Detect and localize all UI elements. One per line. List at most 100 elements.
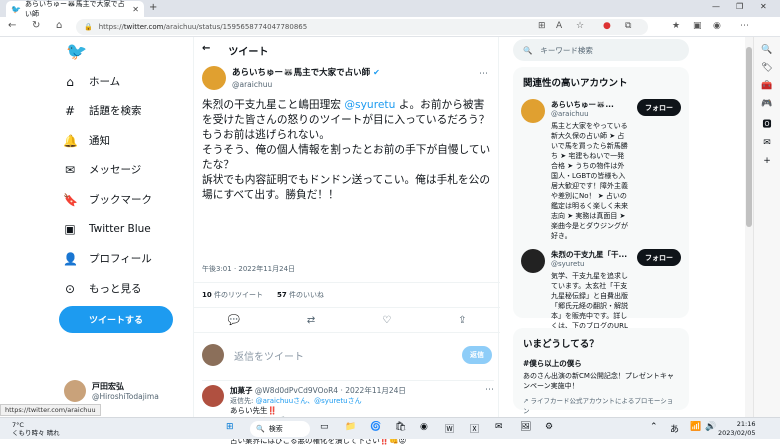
reply-button[interactable]: 返信: [462, 346, 492, 364]
back-arrow-icon[interactable]: ←: [202, 43, 210, 58]
promoted-icon: ↗: [523, 397, 529, 405]
add-icon[interactable]: +: [754, 156, 780, 166]
minimize-icon[interactable]: —: [712, 2, 720, 11]
reply-icon[interactable]: 💬: [227, 315, 239, 326]
person-icon: 👤: [63, 251, 78, 266]
mail-app-icon[interactable]: ✉: [495, 422, 503, 432]
avatar[interactable]: [521, 99, 545, 123]
reply-author-handle: @W8d0dPvCd9VOoR4 · 2022年11月24日: [254, 386, 406, 395]
collections-icon[interactable]: ▣: [693, 21, 702, 31]
home-icon[interactable]: ⌂: [56, 20, 62, 31]
back-icon[interactable]: ←: [8, 20, 16, 31]
tray-chevron-icon[interactable]: ⌃: [650, 422, 658, 432]
maximize-icon[interactable]: ❐: [736, 2, 743, 11]
nav-home[interactable]: ⌂ ホーム: [63, 74, 120, 89]
wifi-icon[interactable]: 📶: [690, 422, 701, 432]
like-icon[interactable]: ♡: [382, 315, 391, 326]
weather-widget[interactable]: 7°C くもり時々 晴れ: [12, 421, 60, 437]
trend-description: あのさん出演の新CM公開記念！プレゼントキャンペーン実施中！: [523, 372, 674, 390]
excel-icon[interactable]: 🅇: [470, 422, 479, 435]
status-url: https://twitter.com/araichuu: [0, 404, 101, 416]
related-account[interactable]: あらいちゅー🦝... @araichuu 馬主と大家をやっている新大久保の占い師…: [513, 95, 689, 245]
nav-messages[interactable]: ✉ メッセージ: [63, 162, 141, 177]
reply-more-icon[interactable]: ⋯: [485, 385, 494, 395]
main-column: ← ツイート あらいちゅー🦝馬主で大家で占い師 ✔ @araichuu ⋯ 朱烈…: [193, 37, 500, 445]
avatar: [202, 344, 224, 366]
mail-icon: ✉: [64, 162, 76, 177]
nav-more[interactable]: ⊙ もっと見る: [63, 281, 142, 296]
reply-input[interactable]: 返信をツイート: [234, 348, 304, 363]
file-explorer-icon[interactable]: 📁: [345, 422, 356, 432]
extension-icon[interactable]: ●: [603, 21, 611, 31]
windows-start-icon[interactable]: ⊞: [226, 422, 234, 432]
account-switcher[interactable]: 戸田宏弘 @HiroshiTodajima: [64, 380, 159, 402]
search-icon: 🔍: [256, 425, 265, 433]
follow-button[interactable]: フォロー: [637, 99, 681, 116]
avatar[interactable]: [521, 249, 545, 273]
mention-link[interactable]: @syuretu: [344, 98, 395, 111]
reply-author-name: 加菓子: [230, 386, 253, 395]
more-options-icon[interactable]: ⋯: [479, 69, 488, 79]
search-sidebar-icon[interactable]: 🔍: [754, 45, 780, 55]
shopping-icon[interactable]: 🏷: [754, 63, 780, 73]
nav-bookmarks[interactable]: 🔖 ブックマーク: [63, 192, 152, 207]
scrollbar[interactable]: [745, 37, 753, 417]
ime-icon[interactable]: あ: [670, 422, 679, 435]
browser-tab[interactable]: 🐦 あらいちゅー🦝馬主で大家で占い師 ✕: [6, 0, 144, 18]
menu-icon[interactable]: ⋯: [740, 21, 749, 31]
tweet-author[interactable]: あらいちゅー🦝馬主で大家で占い師 ✔ @araichuu: [202, 66, 380, 90]
avatar[interactable]: [202, 66, 226, 90]
close-tab-icon[interactable]: ✕: [132, 5, 139, 14]
close-window-icon[interactable]: ✕: [760, 2, 767, 11]
trends-panel: いまどうしてる？ #僕ら以上の僕ら あのさん出演の新CM公開記念！プレゼントキャ…: [513, 328, 689, 415]
lock-icon: 🔒: [84, 23, 93, 31]
volume-icon[interactable]: 🔊: [705, 422, 716, 432]
share-icon[interactable]: ⇪: [458, 315, 466, 326]
taskbar-search[interactable]: 🔍 検索: [250, 421, 310, 437]
reply-to-label: 返信先: @araichuuさん、@syuretuさん: [230, 397, 362, 405]
verified-icon: ✔: [373, 68, 380, 77]
search-input[interactable]: 🔍 キーワード検索: [513, 39, 689, 61]
retweets-stat[interactable]: 10 件のリツイート: [202, 290, 263, 300]
reload-icon[interactable]: ↻: [32, 20, 40, 31]
avatar[interactable]: [202, 385, 224, 407]
store-icon[interactable]: 🛍: [395, 422, 406, 432]
extensions-icon[interactable]: ⧉: [625, 21, 631, 31]
office-icon[interactable]: 🅾: [754, 117, 780, 130]
task-view-icon[interactable]: ▭: [320, 422, 329, 432]
nav-explore[interactable]: # 話題を検索: [63, 103, 142, 118]
url-field[interactable]: 🔒 https://twitter.com/araichuu/status/15…: [76, 19, 648, 35]
edge-icon[interactable]: 🌀: [370, 422, 381, 432]
clock[interactable]: 21:16 2023/02/05: [718, 420, 755, 438]
outlook-icon[interactable]: ✉: [754, 138, 780, 148]
bell-icon: 🔔: [63, 133, 78, 148]
follow-button[interactable]: フォロー: [637, 249, 681, 266]
settings-icon[interactable]: ⚙: [545, 422, 553, 432]
related-title: 関連性の高いアカウント: [523, 78, 628, 89]
more-circle-icon: ⊙: [64, 281, 76, 296]
profile-icon[interactable]: ◉: [713, 21, 721, 31]
games-icon[interactable]: 🎮: [754, 99, 780, 109]
hashtag-icon: #: [64, 103, 76, 118]
favorite-icon[interactable]: ☆: [576, 21, 584, 31]
photos-icon[interactable]: 🖼: [520, 422, 531, 432]
twitter-logo-icon[interactable]: 🐦: [66, 42, 87, 62]
tweet-timestamp[interactable]: 午後3:01 · 2022年11月24日: [202, 264, 295, 274]
likes-stat[interactable]: 57 件のいいね: [277, 290, 324, 300]
new-tab-icon[interactable]: +: [149, 2, 157, 13]
word-icon[interactable]: 🅆: [445, 422, 454, 435]
author-handle: @araichuu: [232, 80, 273, 89]
favorites-bar-icon[interactable]: ★: [672, 21, 680, 31]
tools-icon[interactable]: 🧰: [754, 81, 780, 91]
tweet-button[interactable]: ツイートする: [59, 306, 173, 333]
trends-title: いまどうしてる？: [523, 339, 599, 350]
chrome-icon[interactable]: ◉: [420, 422, 428, 432]
retweet-icon[interactable]: ⇄: [307, 315, 315, 326]
trend-item[interactable]: #僕ら以上の僕ら: [513, 356, 689, 369]
nav-notifications[interactable]: 🔔 通知: [63, 133, 110, 148]
account-bio: 馬主と大家をやっている新大久保の占い師 ➤ 占いで馬を買ったら新馬勝ち ➤ 宅建…: [551, 122, 628, 240]
nav-profile[interactable]: 👤 プロフィール: [63, 251, 152, 266]
read-aloud-icon[interactable]: A: [556, 21, 562, 31]
nav-twitter-blue[interactable]: ▣ Twitter Blue: [63, 222, 150, 236]
app-icon[interactable]: ⊞: [538, 21, 546, 31]
